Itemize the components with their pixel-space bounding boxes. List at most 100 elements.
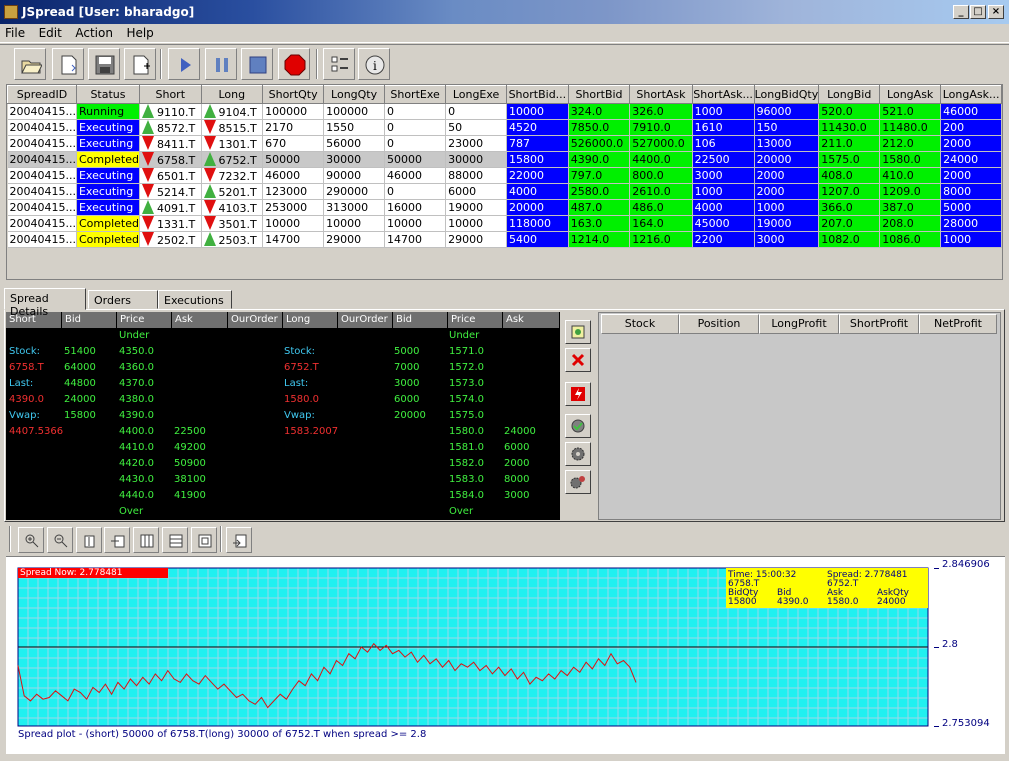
cell-id[interactable]: 20040415... [7, 183, 77, 200]
new-document-button[interactable] [124, 48, 156, 80]
cell-la[interactable]: 1086.0 [879, 231, 942, 248]
cell-sb[interactable]: 324.0 [568, 103, 631, 120]
table-row[interactable]: 20040415... Completed 1331.T 3501.T 10000 100… [7, 215, 1002, 232]
minimize-icon[interactable]: _ [953, 5, 969, 19]
cell-laq[interactable]: 200 [940, 119, 1002, 136]
cell-sa[interactable]: 527000.0 [629, 135, 693, 152]
cell-long[interactable]: 5201.T [201, 183, 264, 200]
cell-sa[interactable]: 7910.0 [629, 119, 693, 136]
delete-button[interactable] [565, 348, 591, 372]
cell-longQty[interactable]: 10000 [323, 215, 386, 232]
table-row[interactable]: 20040415... Executing 6501.T 7232.T 46000 900… [7, 167, 1002, 184]
cell-saq[interactable]: 3000 [692, 167, 755, 184]
cell-shortQty[interactable]: 14700 [262, 231, 325, 248]
cell-short[interactable]: 8572.T [139, 119, 202, 136]
menu-help[interactable]: Help [121, 24, 158, 42]
zoom-out-button[interactable] [47, 527, 73, 553]
cell-lb[interactable]: 11430.0 [818, 119, 881, 136]
tab-orders[interactable]: Orders [88, 290, 158, 309]
cell-longExe[interactable]: 10000 [445, 215, 508, 232]
cell-longExe[interactable]: 29000 [445, 231, 508, 248]
column-header[interactable]: ShortExe [384, 85, 447, 104]
cell-sa[interactable]: 1216.0 [629, 231, 693, 248]
cell-laq[interactable]: 5000 [940, 199, 1002, 216]
cell-longQty[interactable]: 56000 [323, 135, 386, 152]
cell-sa[interactable]: 326.0 [629, 103, 693, 120]
column-header[interactable]: ShortQty [262, 85, 325, 104]
stop-sign-button[interactable] [278, 48, 310, 80]
cell-lbq[interactable]: 96000 [754, 103, 820, 120]
cell-id[interactable]: 20040415... [7, 135, 77, 152]
cell-laq[interactable]: 2000 [940, 135, 1002, 152]
new-button[interactable] [52, 48, 84, 80]
cell-longExe[interactable]: 88000 [445, 167, 508, 184]
fit-height-button[interactable] [76, 527, 102, 553]
cell-longQty[interactable]: 100000 [323, 103, 386, 120]
cell-saq[interactable]: 2200 [692, 231, 755, 248]
cell-id[interactable]: 20040415... [7, 199, 77, 216]
frame-button[interactable] [191, 527, 217, 553]
cell-sb[interactable]: 4390.0 [568, 151, 631, 168]
cell-status[interactable]: Running [76, 103, 140, 120]
column-header[interactable]: LongQty [323, 85, 386, 104]
cell-lbq[interactable]: 13000 [754, 135, 820, 152]
cell-lb[interactable]: 1082.0 [818, 231, 881, 248]
table-row[interactable]: 20040415... Executing 8572.T 8515.T 2170 1550… [7, 119, 1002, 136]
cell-shortQty[interactable]: 100000 [262, 103, 325, 120]
col-short-profit[interactable]: ShortProfit [839, 314, 919, 334]
advanced-settings-button[interactable] [565, 470, 591, 494]
cell-id[interactable]: 20040415... [7, 215, 77, 232]
column-header[interactable]: Status [75, 85, 140, 104]
cell-shortExe[interactable]: 16000 [384, 199, 447, 216]
table-row[interactable]: 20040415... Executing 8411.T 1301.T 670 56000… [7, 135, 1002, 152]
cell-shortQty[interactable]: 2170 [262, 119, 325, 136]
menu-edit[interactable]: Edit [34, 24, 67, 42]
cell-shortExe[interactable]: 0 [384, 135, 447, 152]
cell-sbq[interactable]: 5400 [506, 231, 569, 248]
cell-long[interactable]: 6752.T [201, 151, 264, 168]
column-header[interactable]: LongAsk... [940, 85, 1002, 104]
cell-id[interactable]: 20040415... [7, 231, 77, 248]
cell-long[interactable]: 7232.T [201, 167, 264, 184]
cell-shortQty[interactable]: 10000 [262, 215, 325, 232]
column-header[interactable]: Long [200, 85, 264, 104]
cell-la[interactable]: 212.0 [879, 135, 942, 152]
cell-status[interactable]: Executing [76, 119, 140, 136]
columns-button[interactable] [133, 527, 159, 553]
cell-la[interactable]: 1209.0 [879, 183, 942, 200]
tab-executions[interactable]: Executions [158, 290, 232, 309]
cell-shortExe[interactable]: 0 [384, 119, 447, 136]
cell-id[interactable]: 20040415... [7, 151, 77, 168]
cell-lb[interactable]: 520.0 [818, 103, 881, 120]
cell-status[interactable]: Executing [76, 167, 140, 184]
cell-short[interactable]: 9110.T [139, 103, 202, 120]
cell-short[interactable]: 6758.T [139, 151, 202, 168]
cell-lb[interactable]: 1207.0 [818, 183, 881, 200]
cell-laq[interactable]: 8000 [940, 183, 1002, 200]
cell-id[interactable]: 20040415... [7, 167, 77, 184]
cell-long[interactable]: 1301.T [201, 135, 264, 152]
table-row[interactable]: 20040415... Completed 6758.T 6752.T 50000 300… [7, 151, 1002, 168]
col-net-profit[interactable]: NetProfit [919, 314, 997, 334]
col-long-profit[interactable]: LongProfit [759, 314, 839, 334]
cell-lbq[interactable]: 3000 [754, 231, 820, 248]
cell-sbq[interactable]: 4520 [506, 119, 569, 136]
cell-longQty[interactable]: 29000 [323, 231, 386, 248]
cell-saq[interactable]: 45000 [692, 215, 755, 232]
cell-lb[interactable]: 211.0 [818, 135, 881, 152]
cell-sa[interactable]: 486.0 [629, 199, 693, 216]
cell-sa[interactable]: 164.0 [629, 215, 693, 232]
flash-button[interactable] [565, 382, 591, 406]
cell-sbq[interactable]: 118000 [506, 215, 569, 232]
cell-shortQty[interactable]: 123000 [262, 183, 325, 200]
column-header[interactable]: Short [138, 85, 202, 104]
cell-saq[interactable]: 22500 [692, 151, 755, 168]
column-header[interactable]: ShortBid [567, 85, 631, 104]
cell-long[interactable]: 2503.T [201, 231, 264, 248]
cell-lbq[interactable]: 1000 [754, 199, 820, 216]
cell-sa[interactable]: 800.0 [629, 167, 693, 184]
cell-sa[interactable]: 2610.0 [629, 183, 693, 200]
cell-long[interactable]: 8515.T [201, 119, 264, 136]
check-settings-button[interactable] [565, 414, 591, 438]
cell-status[interactable]: Completed [76, 231, 140, 248]
